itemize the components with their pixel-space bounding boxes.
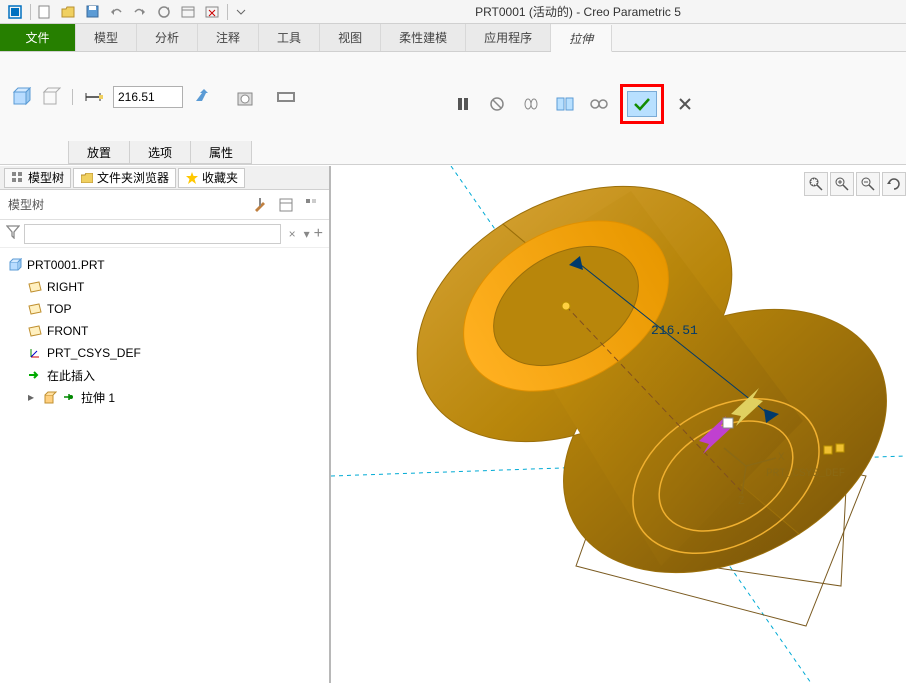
- tree-title: 模型树: [8, 196, 44, 213]
- tree-node-label: RIGHT: [47, 280, 84, 294]
- redo-icon[interactable]: [129, 2, 151, 22]
- app-icon[interactable]: [4, 2, 26, 22]
- open-icon[interactable]: [57, 2, 79, 22]
- part-icon: [8, 258, 22, 272]
- verify-icon[interactable]: [518, 91, 544, 117]
- qat-dropdown-icon[interactable]: [230, 2, 252, 22]
- pause-icon[interactable]: [450, 91, 476, 117]
- tree-node-right[interactable]: RIGHT: [4, 276, 325, 298]
- plane-icon: [28, 302, 42, 316]
- navtab-model-tree[interactable]: 模型树: [4, 168, 71, 188]
- tab-annotate[interactable]: 注释: [198, 24, 259, 51]
- new-icon[interactable]: [33, 2, 55, 22]
- filter-dropdown-icon[interactable]: ▾: [304, 227, 310, 241]
- tab-apps[interactable]: 应用程序: [466, 24, 551, 51]
- tree-node-csys[interactable]: PRT_CSYS_DEF: [4, 342, 325, 364]
- extrude-icon: [43, 390, 57, 404]
- remove-material-icon[interactable]: [233, 84, 259, 110]
- tree-icon: [11, 171, 25, 185]
- tab-extrude[interactable]: 拉伸: [551, 25, 612, 52]
- subtab-properties[interactable]: 属性: [190, 141, 252, 164]
- star-icon: [185, 171, 199, 185]
- filter-add-icon[interactable]: +: [314, 225, 323, 243]
- undo-icon[interactable]: [105, 2, 127, 22]
- tree-node-label: PRT0001.PRT: [27, 258, 105, 272]
- insert-icon: [28, 368, 42, 382]
- tab-flexmodel[interactable]: 柔性建模: [381, 24, 466, 51]
- plane-icon: [28, 324, 42, 338]
- preview-attached-icon[interactable]: [552, 91, 578, 117]
- window-title: PRT0001 (活动的) - Creo Parametric 5: [254, 3, 902, 20]
- close-window-icon[interactable]: [201, 2, 223, 22]
- tree-node-label: FRONT: [47, 324, 88, 338]
- feature-status-icon: [62, 390, 76, 404]
- save-icon[interactable]: [81, 2, 103, 22]
- navtab-label: 文件夹浏览器: [97, 169, 169, 186]
- dimension-label[interactable]: 216.51: [651, 323, 698, 338]
- tree-node-front[interactable]: FRONT: [4, 320, 325, 342]
- expand-icon[interactable]: ▸: [28, 390, 38, 404]
- tree-node-label: 在此插入: [47, 367, 95, 384]
- flip-icon[interactable]: [189, 84, 215, 110]
- navtab-label: 模型树: [28, 169, 64, 186]
- axis-x-label: X: [778, 452, 785, 464]
- confirm-highlight-box: [620, 84, 664, 124]
- thicken-icon[interactable]: [273, 84, 299, 110]
- subtab-placement[interactable]: 放置: [68, 141, 130, 164]
- tree-node-extrude1[interactable]: ▸ 拉伸 1: [4, 386, 325, 408]
- extrude-solid-icon[interactable]: [8, 84, 34, 110]
- tree-node-label: 拉伸 1: [81, 389, 115, 406]
- separator: [72, 89, 73, 105]
- separator: [227, 4, 228, 20]
- confirm-button[interactable]: [627, 91, 657, 117]
- tab-model[interactable]: 模型: [76, 24, 137, 51]
- tree-node-top[interactable]: TOP: [4, 298, 325, 320]
- tree-filter-input[interactable]: [24, 224, 281, 244]
- csys-icon: [28, 346, 42, 360]
- separator: [30, 4, 31, 20]
- viewport-3d-model[interactable]: 216.51 X Z PRT_CSYS_DEF: [331, 166, 906, 683]
- regenerate-icon[interactable]: [153, 2, 175, 22]
- tree-node-insert[interactable]: 在此插入: [4, 364, 325, 386]
- navtab-favorites[interactable]: 收藏夹: [178, 168, 245, 188]
- depth-value-input[interactable]: [113, 86, 183, 108]
- extrude-surface-icon[interactable]: [38, 84, 64, 110]
- depth-type-icon[interactable]: [81, 84, 107, 110]
- plane-icon: [28, 280, 42, 294]
- subtab-options[interactable]: 选项: [129, 141, 191, 164]
- filter-icon[interactable]: [6, 225, 20, 242]
- tab-view[interactable]: 视图: [320, 24, 381, 51]
- filter-clear-icon[interactable]: ×: [285, 227, 300, 241]
- tab-tools[interactable]: 工具: [259, 24, 320, 51]
- no-preview-icon[interactable]: [484, 91, 510, 117]
- folder-icon: [80, 171, 94, 185]
- tab-file[interactable]: 文件: [0, 24, 76, 51]
- csys-label: PRT_CSYS_DEF: [766, 468, 845, 480]
- tab-analysis[interactable]: 分析: [137, 24, 198, 51]
- tree-node-label: TOP: [47, 302, 71, 316]
- cancel-button[interactable]: [672, 91, 698, 117]
- navtab-folder-browser[interactable]: 文件夹浏览器: [73, 168, 176, 188]
- tree-tools-icon[interactable]: [251, 196, 269, 214]
- tree-node-label: PRT_CSYS_DEF: [47, 346, 141, 360]
- preview-unattached-icon[interactable]: [586, 91, 612, 117]
- tree-root[interactable]: PRT0001.PRT: [4, 254, 325, 276]
- axis-z-label: Z: [738, 496, 745, 508]
- tree-show-icon[interactable]: [303, 196, 321, 214]
- window-icon[interactable]: [177, 2, 199, 22]
- tree-settings-icon[interactable]: [277, 196, 295, 214]
- navtab-label: 收藏夹: [202, 169, 238, 186]
